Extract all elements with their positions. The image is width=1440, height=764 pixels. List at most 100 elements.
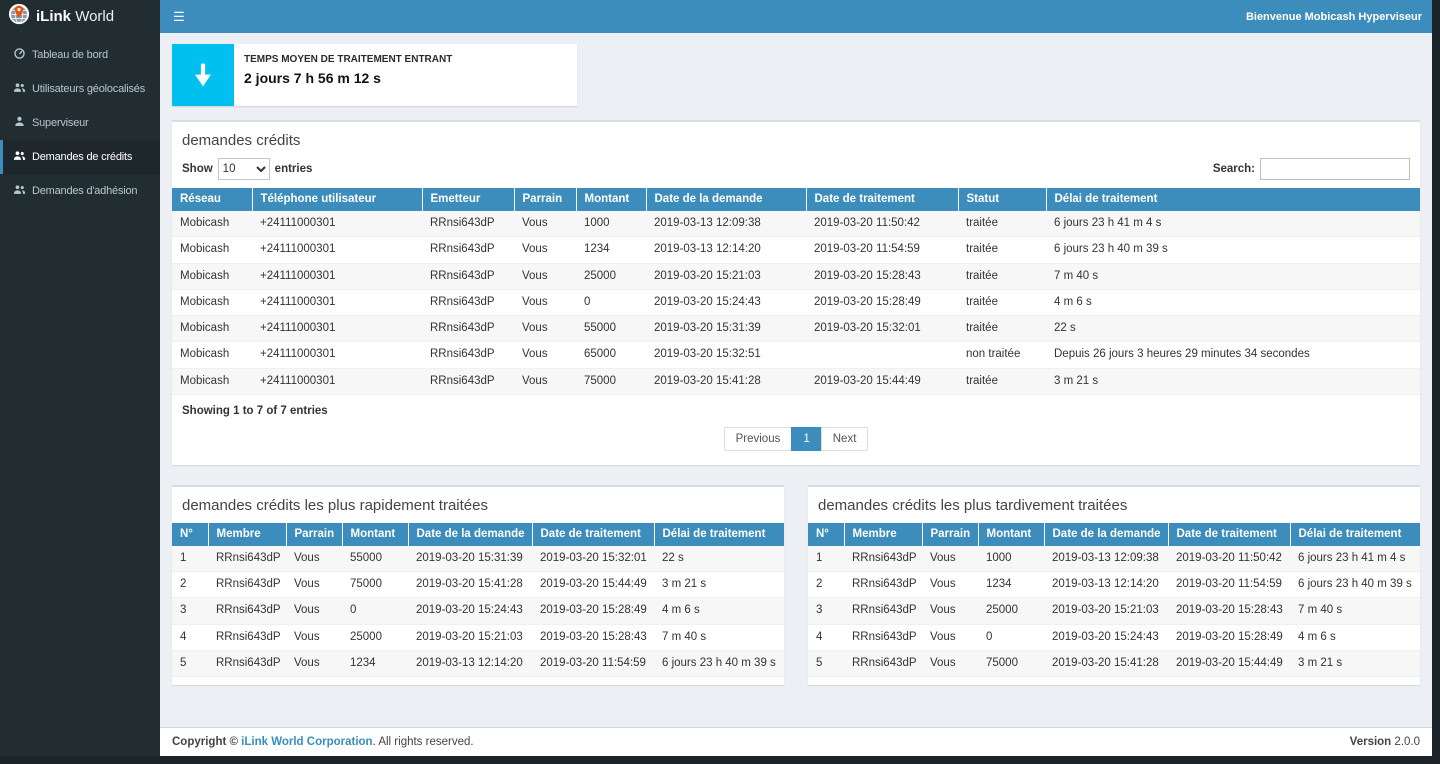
sidebar-item-tableau-de-bord[interactable]: Tableau de bord xyxy=(0,38,160,72)
column-header[interactable]: Date de la demande xyxy=(646,188,806,211)
column-header[interactable]: Montant xyxy=(342,523,408,546)
column-header[interactable]: Parrain xyxy=(922,523,978,546)
table-cell: 2019-03-20 15:44:49 xyxy=(806,368,958,394)
sidebar: iLink World Tableau de bord Utilisateurs… xyxy=(0,0,160,764)
table-cell: RRnsi643dP xyxy=(422,289,514,315)
table-row: 2RRnsi643dPVous12342019-03-13 12:14:2020… xyxy=(808,572,1420,598)
table-cell: 2019-03-20 15:28:43 xyxy=(532,624,654,650)
table-row: Mobicash+24111000301RRnsi643dPVous123420… xyxy=(172,237,1420,263)
info-box-content: TEMPS MOYEN DE TRAITEMENT ENTRANT 2 jour… xyxy=(234,44,462,106)
table-cell: 1234 xyxy=(342,650,408,676)
pagination-page-1-button[interactable]: 1 xyxy=(791,427,821,451)
table-cell: 2019-03-20 15:21:03 xyxy=(1044,598,1168,624)
table-cell: 2019-03-20 15:32:01 xyxy=(532,546,654,572)
sidebar-item-superviseur[interactable]: Superviseur xyxy=(0,106,160,140)
column-header[interactable]: Date de traitement xyxy=(806,188,958,211)
table-row: 1RRnsi643dPVous10002019-03-13 12:09:3820… xyxy=(808,546,1420,572)
table-cell: 55000 xyxy=(576,316,646,342)
horizontal-scrollbar[interactable] xyxy=(0,756,1440,764)
column-header[interactable]: Emetteur xyxy=(422,188,514,211)
slowest-panel-title: demandes crédits les plus tardivement tr… xyxy=(808,487,1420,523)
table-cell: RRnsi643dP xyxy=(422,263,514,289)
table-cell: Mobicash xyxy=(172,211,252,237)
table-cell: 6 jours 23 h 41 m 4 s xyxy=(1290,546,1420,572)
table-cell: Vous xyxy=(514,289,576,315)
table-cell: +24111000301 xyxy=(252,237,422,263)
table-cell: Mobicash xyxy=(172,237,252,263)
column-header[interactable]: Date de traitement xyxy=(532,523,654,546)
column-header[interactable]: Membre xyxy=(844,523,922,546)
table-cell: Vous xyxy=(922,624,978,650)
table-cell: Vous xyxy=(514,342,576,368)
column-header[interactable]: N° xyxy=(172,523,208,546)
bottom-panels: demandes crédits les plus rapidement tra… xyxy=(172,485,1420,685)
sidebar-toggle-button[interactable]: ☰ xyxy=(160,0,198,33)
top-navbar: ☰ Bienvenue Mobicash Hyperviseur xyxy=(160,0,1440,33)
column-header[interactable]: Réseau xyxy=(172,188,252,211)
table-row: Mobicash+24111000301RRnsi643dPVous750002… xyxy=(172,368,1420,394)
table-cell: 2019-03-20 11:54:59 xyxy=(806,237,958,263)
column-header[interactable]: Parrain xyxy=(286,523,342,546)
column-header[interactable]: Statut xyxy=(958,188,1046,211)
company-link[interactable]: iLink World Corporation xyxy=(241,736,372,748)
column-header[interactable]: N° xyxy=(808,523,844,546)
column-header[interactable]: Membre xyxy=(208,523,286,546)
fastest-panel: demandes crédits les plus rapidement tra… xyxy=(172,485,784,685)
column-header[interactable]: Téléphone utilisateur xyxy=(252,188,422,211)
table-cell: 2019-03-20 15:32:51 xyxy=(646,342,806,368)
supervisor-icon xyxy=(13,115,26,131)
sidebar-item-demandes-d-adhesion[interactable]: Demandes d'adhésion xyxy=(0,174,160,208)
table-row: 3RRnsi643dPVous02019-03-20 15:24:432019-… xyxy=(172,598,784,624)
column-header[interactable]: Date de la demande xyxy=(1044,523,1168,546)
table-cell: 2019-03-20 15:31:39 xyxy=(408,546,532,572)
column-header[interactable]: Délai de traitement xyxy=(654,523,784,546)
table-cell: +24111000301 xyxy=(252,263,422,289)
table-cell: Vous xyxy=(286,624,342,650)
table-cell: Vous xyxy=(514,263,576,289)
table-cell: 2019-03-20 15:24:43 xyxy=(646,289,806,315)
column-header[interactable]: Date de traitement xyxy=(1168,523,1290,546)
table-cell: RRnsi643dP xyxy=(422,342,514,368)
brand-logo[interactable]: iLink World xyxy=(0,0,160,33)
app-window: iLink World Tableau de bord Utilisateurs… xyxy=(0,0,1440,764)
sidebar-item-demandes-de-credits[interactable]: Demandes de crédits xyxy=(0,140,160,174)
sidebar-item-label: Tableau de bord xyxy=(32,49,108,61)
table-cell: Vous xyxy=(514,211,576,237)
column-header[interactable]: Date de la demande xyxy=(408,523,532,546)
table-cell: traitée xyxy=(958,289,1046,315)
table-cell: 2019-03-20 15:24:43 xyxy=(408,598,532,624)
footer: Copyright © iLink World Corporation. All… xyxy=(160,727,1432,756)
vertical-scrollbar[interactable] xyxy=(1432,0,1440,764)
table-cell: 2019-03-20 15:28:49 xyxy=(806,289,958,315)
table-cell: 2019-03-20 11:54:59 xyxy=(532,650,654,676)
table-cell: 7 m 40 s xyxy=(1046,263,1420,289)
credits-table-body: Mobicash+24111000301RRnsi643dPVous100020… xyxy=(172,211,1420,394)
search-label: Search: xyxy=(1213,163,1255,175)
column-header[interactable]: Délai de traitement xyxy=(1290,523,1420,546)
sidebar-item-utilisateurs-geolocalises[interactable]: Utilisateurs géolocalisés xyxy=(0,72,160,106)
page-size-select[interactable]: 10 xyxy=(218,158,270,180)
slowest-panel: demandes crédits les plus tardivement tr… xyxy=(808,485,1420,685)
table-cell: 2019-03-20 15:31:39 xyxy=(646,316,806,342)
table-cell: 4 m 6 s xyxy=(654,598,784,624)
table-cell: 0 xyxy=(576,289,646,315)
table-cell: Vous xyxy=(514,368,576,394)
column-header[interactable]: Montant xyxy=(576,188,646,211)
table-cell: +24111000301 xyxy=(252,316,422,342)
table-cell: Vous xyxy=(286,572,342,598)
table-cell: 2019-03-20 15:32:01 xyxy=(806,316,958,342)
pagination-previous-button[interactable]: Previous xyxy=(724,427,793,451)
table-info: Showing 1 to 7 of 7 entries xyxy=(172,395,1420,417)
column-header[interactable]: Parrain xyxy=(514,188,576,211)
column-header[interactable]: Montant xyxy=(978,523,1044,546)
column-header[interactable]: Délai de traitement xyxy=(1046,188,1420,211)
version-value: 2.0.0 xyxy=(1394,736,1420,748)
table-row: Mobicash+24111000301RRnsi643dPVous02019-… xyxy=(172,289,1420,315)
search-input[interactable] xyxy=(1260,158,1410,180)
show-label: Show xyxy=(182,163,213,175)
pagination-next-button[interactable]: Next xyxy=(821,427,869,451)
table-cell: 2019-03-20 11:54:59 xyxy=(1168,572,1290,598)
table-cell: 3 m 21 s xyxy=(654,572,784,598)
credits-icon xyxy=(13,149,26,165)
table-cell: RRnsi643dP xyxy=(208,650,286,676)
